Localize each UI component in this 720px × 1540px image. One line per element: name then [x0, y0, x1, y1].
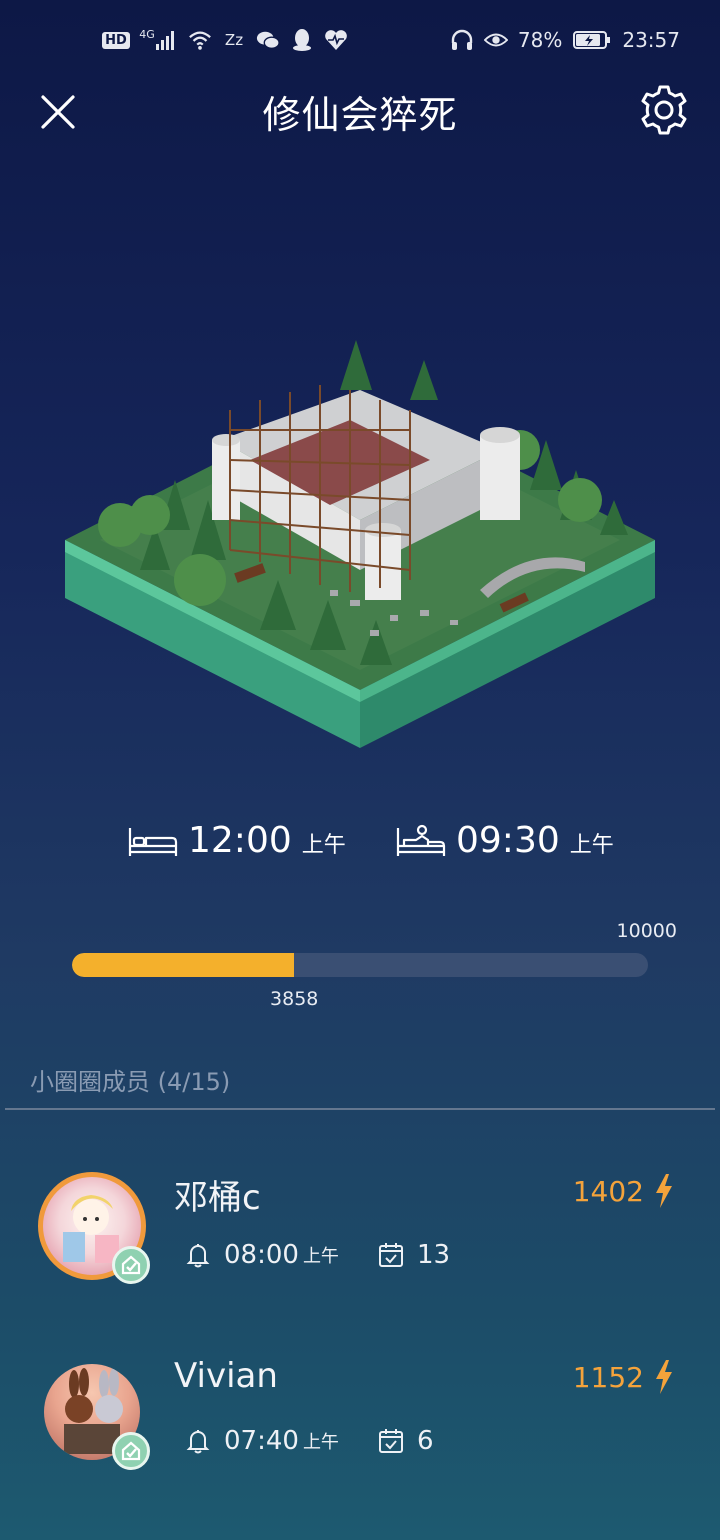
hd-icon: HD	[102, 28, 130, 52]
sleep-times: 12:00 上午 09:30 上午	[0, 820, 720, 880]
battery-charging-icon	[572, 28, 612, 52]
signal-4g-icon: 4G	[138, 28, 178, 52]
divider	[5, 1108, 715, 1110]
calendar-check-icon	[378, 1429, 403, 1453]
lightning-icon	[656, 1360, 672, 1394]
verified-badge	[112, 1246, 150, 1284]
progress-current-label: 3858	[270, 988, 319, 1010]
bedtime-suffix: 上午	[301, 833, 346, 858]
score-value: 1402	[572, 1174, 644, 1208]
settings-button[interactable]	[638, 84, 690, 136]
verified-check-icon	[121, 1255, 141, 1275]
bed-icon	[128, 827, 178, 856]
energy-progress: 10000 3858	[72, 920, 677, 1020]
battery-percent: 78%	[517, 28, 563, 52]
status-right-icons: 78% 23:57	[450, 28, 680, 52]
lightning-icon	[656, 1174, 672, 1208]
member-name: 邓桶c	[174, 1178, 261, 1218]
page-title: 修仙会猝死	[262, 93, 458, 137]
verified-check-icon	[121, 1441, 141, 1461]
wakeup-suffix: 上午	[569, 833, 614, 858]
calendar-check-icon	[378, 1243, 403, 1267]
member-row[interactable]: 邓桶c 1402 08:00 上午 13	[0, 1172, 720, 1312]
wakeup-time[interactable]: 09:30 上午	[396, 820, 614, 861]
bedtime[interactable]: 12:00 上午	[128, 820, 346, 861]
castle-island-illustration	[60, 330, 660, 750]
wechat-icon	[256, 28, 280, 52]
score-value: 1152	[572, 1360, 644, 1394]
wake-up-bed-icon	[396, 824, 446, 856]
progress-track	[72, 953, 648, 977]
alarm-time: 07:40	[224, 1426, 299, 1456]
member-meta: 07:40 上午 6	[184, 1426, 433, 1456]
alarm-suffix: 上午	[302, 1246, 339, 1267]
wakeup-value: 09:30	[456, 820, 560, 861]
wifi-icon	[188, 28, 212, 52]
member-score: 1152	[573, 1360, 674, 1394]
avatar[interactable]	[38, 1358, 150, 1470]
verified-badge	[112, 1432, 150, 1470]
bedtime-value: 12:00	[188, 820, 292, 861]
alarm-suffix: 上午	[302, 1432, 339, 1453]
alarm-time: 08:00	[224, 1240, 299, 1270]
status-left-icons: HD 4G Zz	[102, 28, 348, 52]
eye-comfort-icon	[483, 28, 508, 52]
member-score: 1402	[573, 1174, 674, 1208]
headphones-icon	[450, 28, 474, 52]
qq-icon	[290, 28, 314, 52]
checkin-count: 13	[416, 1240, 451, 1270]
member-row[interactable]: Vivian 1152 07:40 上午 6	[0, 1356, 720, 1498]
progress-max-label: 10000	[616, 920, 677, 942]
heart-rate-icon	[324, 28, 348, 52]
gear-icon	[641, 85, 687, 135]
sleep-zz-icon: Zz	[224, 31, 244, 49]
member-meta: 08:00 上午 13	[184, 1240, 450, 1270]
clock: 23:57	[622, 28, 680, 52]
member-name: Vivian	[174, 1356, 278, 1396]
header: 修仙会猝死	[0, 70, 720, 150]
bell-icon	[186, 1244, 210, 1268]
checkin-count: 6	[416, 1426, 434, 1456]
progress-fill	[72, 953, 295, 977]
avatar[interactable]	[38, 1172, 150, 1284]
members-section-title: 小圈圈成员 (4/15)	[30, 1068, 231, 1096]
bell-icon	[186, 1430, 210, 1454]
